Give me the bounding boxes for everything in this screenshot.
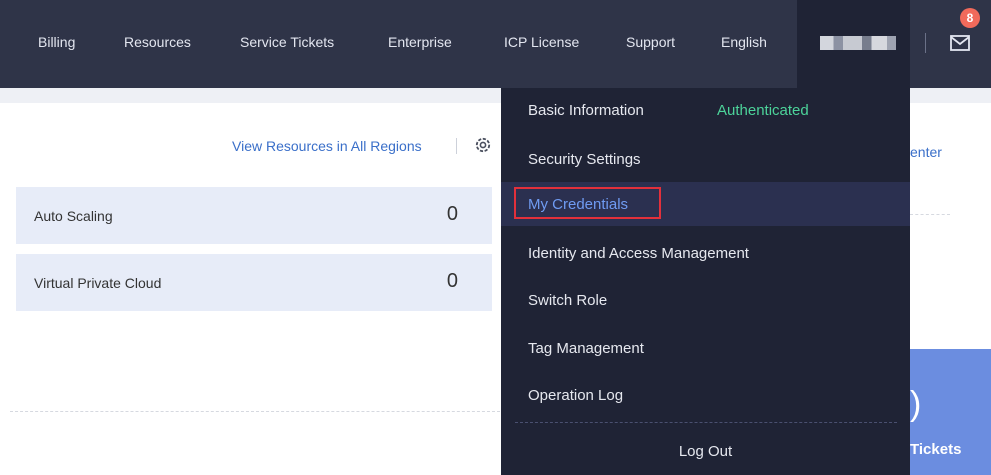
account-dropdown-menu: Basic Information Authenticated Security… <box>501 88 910 475</box>
view-resources-all-regions-link[interactable]: View Resources in All Regions <box>232 138 422 154</box>
right-side-card: enter ) Tickets <box>910 103 991 475</box>
menu-item-my-credentials[interactable]: My Credentials <box>501 182 910 226</box>
tickets-label-fragment: Tickets <box>910 441 962 458</box>
nav-resources[interactable]: Resources <box>124 34 191 50</box>
resource-row-auto-scaling[interactable]: Auto Scaling 0 <box>16 187 492 244</box>
authenticated-status: Authenticated <box>717 102 809 119</box>
resource-count: 0 <box>446 203 458 225</box>
nav-enterprise[interactable]: Enterprise <box>388 34 452 50</box>
topbar-divider <box>925 33 926 53</box>
resource-name: Auto Scaling <box>34 208 113 224</box>
menu-item-identity-access-management[interactable]: Identity and Access Management <box>501 231 910 275</box>
top-navigation-bar: Billing Resources Service Tickets Enterp… <box>0 0 991 88</box>
nav-billing[interactable]: Billing <box>38 34 75 50</box>
gear-icon[interactable] <box>473 135 493 155</box>
menu-item-label: Operation Log <box>528 387 624 404</box>
nav-icp-license[interactable]: ICP License <box>504 34 579 50</box>
menu-item-basic-information[interactable]: Basic Information Authenticated <box>501 88 910 132</box>
resource-row-virtual-private-cloud[interactable]: Virtual Private Cloud 0 <box>16 254 492 311</box>
menu-item-label: Switch Role <box>528 292 608 309</box>
nav-language-english[interactable]: English <box>721 34 767 50</box>
menu-item-operation-log[interactable]: Operation Log <box>501 373 910 417</box>
mail-icon[interactable] <box>950 34 970 52</box>
toolbar-divider <box>456 138 457 154</box>
nav-support[interactable]: Support <box>626 34 675 50</box>
menu-item-label: Identity and Access Management <box>528 245 749 262</box>
notification-count-badge: 8 <box>960 8 980 28</box>
menu-item-switch-role[interactable]: Switch Role <box>501 278 910 322</box>
resource-name: Virtual Private Cloud <box>34 275 162 291</box>
menu-item-label: Tag Management <box>528 340 644 357</box>
menu-item-label: Basic Information <box>528 102 644 119</box>
log-out-button[interactable]: Log Out <box>501 433 910 471</box>
menu-item-security-settings[interactable]: Security Settings <box>501 137 910 181</box>
tickets-count-fragment: ) <box>910 385 922 423</box>
nav-service-tickets[interactable]: Service Tickets <box>240 34 334 50</box>
section-divider <box>10 411 500 412</box>
menu-separator <box>515 422 897 423</box>
redacted-username[interactable] <box>820 36 896 50</box>
menu-item-label: My Credentials <box>528 196 629 213</box>
card-divider <box>910 214 950 215</box>
menu-item-tag-management[interactable]: Tag Management <box>501 326 910 370</box>
center-link-fragment[interactable]: enter <box>910 144 942 160</box>
resource-count: 0 <box>446 270 458 292</box>
service-tickets-tile[interactable]: ) Tickets <box>910 349 991 475</box>
menu-item-label: Security Settings <box>528 151 641 168</box>
